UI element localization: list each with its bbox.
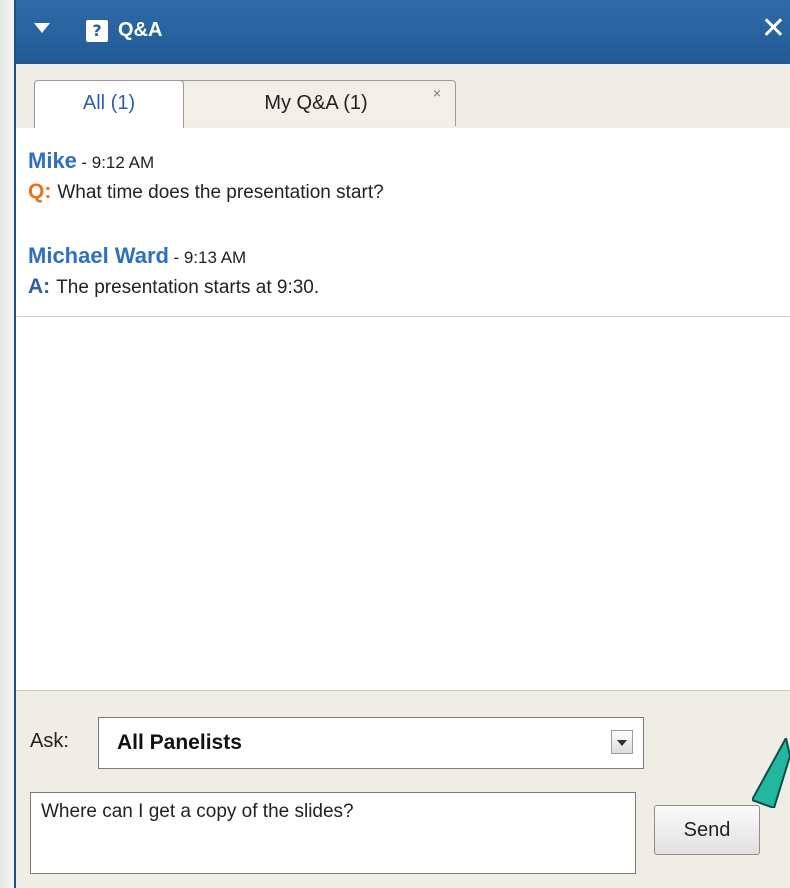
tab-bar: My Q&A (1) × All (1) — [16, 64, 790, 129]
message-time: - 9:13 AM — [173, 248, 247, 267]
message-time: - 9:12 AM — [81, 153, 155, 172]
message-text: What time does the presentation start? — [57, 182, 384, 203]
chevron-down-icon — [617, 740, 627, 746]
ask-recipient-select[interactable]: All Panelists — [98, 717, 644, 769]
tab-all-label: All (1) — [82, 92, 136, 114]
message-author: Mike — [28, 148, 77, 173]
send-button[interactable]: Send — [654, 805, 760, 855]
message-author: Michael Ward — [28, 243, 169, 268]
message-item: Mike - 9:12 AM Q: What time does the pres… — [28, 148, 384, 204]
question-mark-icon: ? — [86, 20, 108, 42]
title-bar: ? Q&A ✕ — [16, 0, 790, 64]
ask-recipient-value: All Panelists — [117, 731, 242, 754]
message-divider — [16, 316, 790, 317]
question-input[interactable]: Where can I get a copy of the slides? — [30, 792, 636, 874]
answer-prefix: A: — [28, 275, 51, 298]
message-text: The presentation starts at 9:30. — [56, 277, 320, 298]
background-edge — [0, 0, 14, 888]
message-list: Mike - 9:12 AM Q: What time does the pres… — [16, 128, 790, 691]
tab-my-qa-label: My Q&A (1) — [264, 92, 368, 114]
question-prefix: Q: — [28, 180, 52, 203]
tab-my-qa[interactable]: My Q&A (1) × — [176, 80, 456, 126]
panel-title: Q&A — [118, 19, 163, 41]
message-item: Michael Ward - 9:13 AM A: The presentatio… — [28, 243, 319, 299]
close-icon[interactable]: ✕ — [761, 12, 786, 46]
collapse-triangle-icon[interactable] — [34, 23, 50, 33]
ask-label: Ask: — [30, 730, 69, 752]
pointer-arrow-icon — [752, 738, 790, 808]
tab-all[interactable]: All (1) — [34, 80, 184, 128]
qa-panel: ? Q&A ✕ My Q&A (1) × All (1) Mike - 9:12… — [14, 0, 790, 888]
tab-close-icon[interactable]: × — [433, 71, 441, 115]
dropdown-button[interactable] — [611, 730, 633, 754]
